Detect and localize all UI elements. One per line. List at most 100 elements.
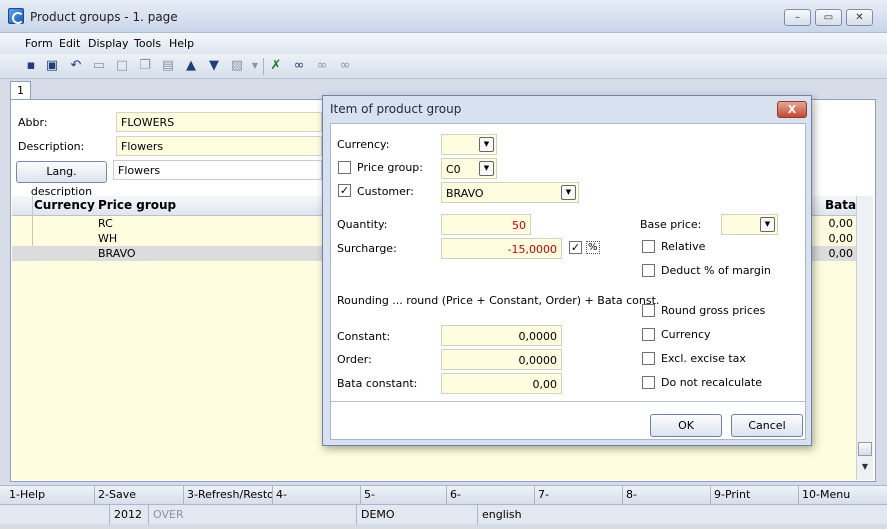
cell-price-group: WH: [98, 232, 118, 245]
price-group-value: C0: [446, 163, 461, 176]
chevron-down-icon[interactable]: ▼: [760, 217, 775, 232]
abbr-label: Abbr:: [18, 116, 48, 129]
dialog-separator: [331, 401, 805, 402]
round-gross-prices-label: Round gross prices: [661, 304, 766, 317]
restore-button[interactable]: ▭: [815, 9, 842, 26]
column-bata[interactable]: Bata: [825, 198, 856, 212]
customer-select[interactable]: BRAVO ▼: [441, 182, 579, 203]
minimize-button[interactable]: –: [784, 9, 811, 26]
menu-edit[interactable]: Edit: [59, 37, 80, 50]
scroll-down-icon[interactable]: ▼: [858, 459, 872, 475]
binoculars-icon[interactable]: ∞: [291, 58, 307, 74]
description-field[interactable]: Flowers: [116, 136, 322, 156]
cancel-button[interactable]: Cancel: [731, 414, 803, 437]
customer-label: Customer:: [357, 185, 414, 198]
status-language: english: [482, 508, 522, 521]
save-as-icon[interactable]: ▣: [44, 58, 60, 74]
description-label: Description:: [18, 140, 85, 153]
order-label: Order:: [337, 353, 372, 366]
open-folder-icon[interactable]: ▭: [91, 58, 107, 74]
currency-checkbox[interactable]: [642, 328, 655, 341]
menu-bar: Form Edit Display Tools Help: [0, 33, 887, 54]
currency-checkbox-label: Currency: [661, 328, 711, 341]
window-title: Product groups - 1. page: [30, 10, 178, 24]
abbr-field[interactable]: FLOWERS: [116, 112, 322, 132]
currency-select[interactable]: ▼: [441, 134, 497, 155]
undo-icon[interactable]: ↶: [68, 58, 84, 74]
menu-form[interactable]: Form: [25, 37, 53, 50]
app-icon: [8, 8, 24, 24]
fkey-4[interactable]: 4-: [273, 486, 361, 504]
fkey-2-save[interactable]: 2-Save: [95, 486, 184, 504]
column-price-group[interactable]: Price group: [98, 198, 176, 212]
fkey-10-menu[interactable]: 10-Menu: [799, 486, 887, 504]
arrow-down-icon[interactable]: ▼: [206, 58, 222, 74]
fkey-5[interactable]: 5-: [361, 486, 447, 504]
scroll-thumb[interactable]: [858, 442, 872, 456]
fkey-8[interactable]: 8-: [623, 486, 711, 504]
chevron-down-icon[interactable]: ▼: [479, 161, 494, 176]
menu-display[interactable]: Display: [88, 37, 129, 50]
status-database: DEMO: [357, 505, 478, 525]
constant-field[interactable]: 0,0000: [441, 325, 562, 346]
vertical-scrollbar[interactable]: ▼: [856, 196, 873, 480]
lang-description-button[interactable]: Lang. description: [16, 161, 107, 198]
currency-label: Currency:: [337, 138, 390, 151]
dialog-close-button[interactable]: X: [777, 101, 807, 118]
save-icon[interactable]: ▪: [23, 58, 39, 74]
price-group-select[interactable]: C0 ▼: [441, 158, 497, 179]
surcharge-label: Surcharge:: [337, 242, 397, 255]
relative-label: Relative: [661, 240, 706, 253]
excel-icon[interactable]: ✗: [268, 58, 284, 74]
find-next-icon[interactable]: ∞: [314, 58, 330, 74]
customer-checkbox[interactable]: ✓: [338, 184, 351, 197]
fkey-3-refresh[interactable]: 3-Refresh/Restore: [184, 486, 273, 504]
find-previous-icon[interactable]: ∞: [337, 58, 353, 74]
lang-description-field: Flowers: [113, 160, 322, 180]
toolbar: ▪ ▣ ↶ ▭ □ ❐ ▤ ▲ ▼ ▧ ▼ ✗ ∞ ∞ ∞: [0, 54, 887, 79]
export-icon[interactable]: ▧: [229, 58, 245, 74]
excl-excise-tax-checkbox[interactable]: [642, 352, 655, 365]
surcharge-field[interactable]: -15,0000: [441, 238, 562, 259]
surcharge-percent-checkbox[interactable]: ✓: [569, 241, 582, 254]
cell-bata: 0,00: [828, 217, 854, 230]
chevron-down-icon[interactable]: ▼: [561, 185, 576, 200]
paste-icon[interactable]: ▤: [160, 58, 176, 74]
new-document-icon[interactable]: □: [114, 58, 130, 74]
ok-button[interactable]: OK: [650, 414, 722, 437]
copy-icon[interactable]: ❐: [137, 58, 153, 74]
quantity-field[interactable]: 50: [441, 214, 531, 235]
base-price-select[interactable]: ▼: [721, 214, 778, 235]
cell-bata: 0,00: [828, 247, 854, 260]
status-bar: 2012 OVER DEMO english: [0, 504, 887, 525]
deduct-margin-checkbox[interactable]: [642, 264, 655, 277]
percent-icon: %: [586, 241, 600, 254]
menu-tools[interactable]: Tools: [134, 37, 161, 50]
do-not-recalculate-checkbox[interactable]: [642, 376, 655, 389]
order-field[interactable]: 0,0000: [441, 349, 562, 370]
fkey-7[interactable]: 7-: [535, 486, 623, 504]
round-gross-prices-checkbox[interactable]: [642, 304, 655, 317]
close-window-button[interactable]: ✕: [846, 9, 873, 26]
cell-price-group: RC: [98, 217, 113, 230]
deduct-margin-label: Deduct % of margin: [661, 264, 771, 277]
tab-page-1[interactable]: 1: [10, 81, 31, 100]
dropdown-icon[interactable]: ▼: [250, 58, 260, 74]
fkey-9-print[interactable]: 9-Print: [711, 486, 799, 504]
cell-price-group: BRAVO: [98, 247, 136, 260]
fkey-1-help[interactable]: 1-Help: [6, 486, 95, 504]
price-group-checkbox[interactable]: [338, 161, 351, 174]
relative-checkbox[interactable]: [642, 240, 655, 253]
customer-value: BRAVO: [446, 187, 484, 200]
item-of-product-group-dialog: Item of product group X Currency: ▼ Pric…: [322, 95, 812, 446]
bata-constant-label: Bata constant:: [337, 377, 418, 390]
menu-help[interactable]: Help: [169, 37, 194, 50]
toolbar-separator: [263, 58, 264, 75]
arrow-up-icon[interactable]: ▲: [183, 58, 199, 74]
fkey-6[interactable]: 6-: [447, 486, 535, 504]
chevron-down-icon[interactable]: ▼: [479, 137, 494, 152]
cell-bata: 0,00: [828, 232, 854, 245]
bata-constant-field[interactable]: 0,00: [441, 373, 562, 394]
column-currency[interactable]: Currency: [34, 198, 95, 212]
do-not-recalculate-label: Do not recalculate: [661, 376, 762, 389]
